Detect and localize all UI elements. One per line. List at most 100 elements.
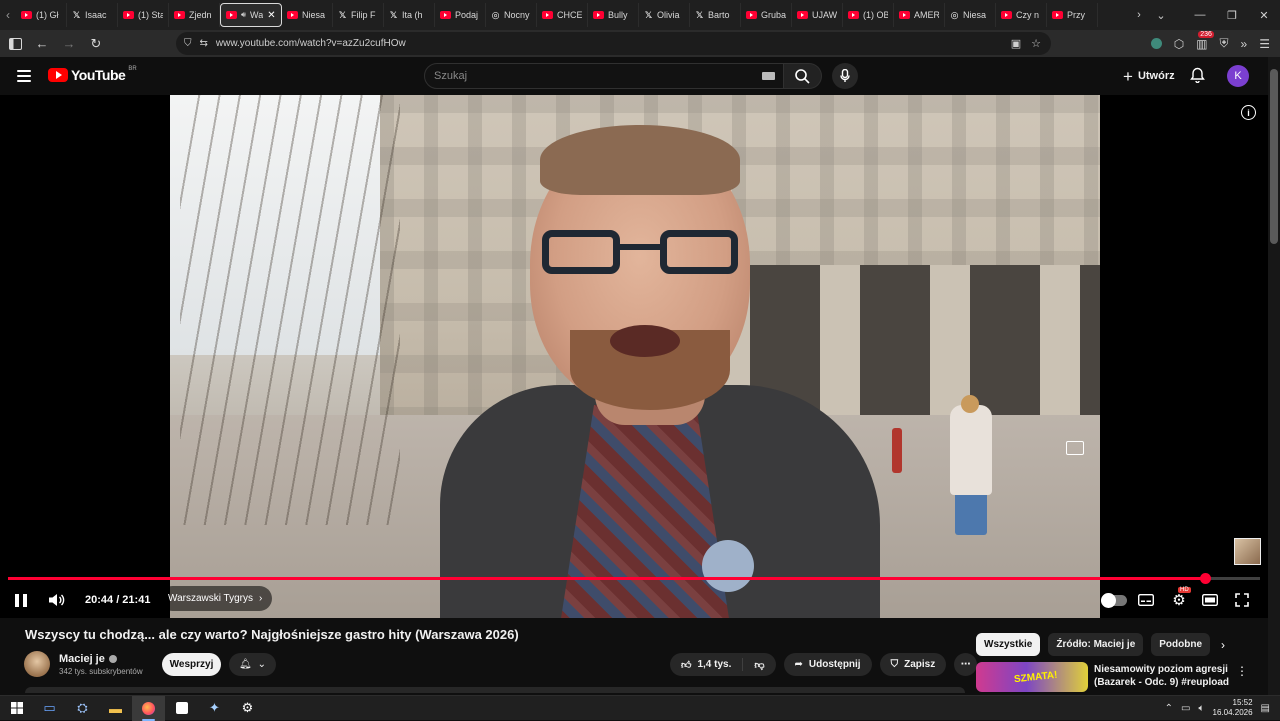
autoplay-toggle[interactable] xyxy=(1099,590,1129,610)
scrollbar-thumb[interactable] xyxy=(1270,69,1278,244)
speaker-icon[interactable]: 🔈︎ xyxy=(1199,703,1205,714)
volume-icon[interactable] xyxy=(47,590,65,610)
tab[interactable]: UJAW xyxy=(792,3,843,27)
tab[interactable]: 𝕏 Isaac xyxy=(67,3,118,27)
windows-start-icon[interactable] xyxy=(0,696,33,721)
share-button[interactable]: ➦ Udostępnij xyxy=(783,653,872,676)
create-button[interactable]: + Utwórz xyxy=(1117,65,1181,87)
tab[interactable]: ◎ Niesa xyxy=(945,3,996,27)
tab[interactable]: Bully xyxy=(588,3,639,27)
tab[interactable]: CHCE xyxy=(537,3,588,27)
save-button[interactable]: ⛉ Zapisz xyxy=(879,653,947,676)
tab[interactable]: 𝕏 Barto xyxy=(690,3,741,27)
notion-icon[interactable] xyxy=(165,696,198,721)
channel-avatar[interactable] xyxy=(24,651,50,677)
site-info-icon[interactable]: ⛉ xyxy=(184,38,192,49)
address-bar[interactable]: ⛉ ⇆ www.youtube.com/watch?v=azZu2cufHOw … xyxy=(176,32,1051,55)
url-text[interactable]: www.youtube.com/watch?v=azZu2cufHOw xyxy=(216,38,406,49)
guide-menu-icon[interactable] xyxy=(17,70,31,82)
steam-icon[interactable]: ⛭ xyxy=(66,696,99,721)
tab[interactable]: (1) Sta xyxy=(118,3,169,27)
tab[interactable]: Czy n xyxy=(996,3,1047,27)
minimize-icon[interactable]: — xyxy=(1184,0,1216,30)
filter-chip[interactable]: Źródło: Maciej je xyxy=(1048,633,1144,656)
account-avatar[interactable]: K xyxy=(1227,65,1249,87)
channel-name-row[interactable]: Maciej je xyxy=(59,653,143,665)
tab[interactable]: 𝕏 Ita (h xyxy=(384,3,435,27)
subtitles-icon[interactable] xyxy=(1137,590,1155,610)
description-box[interactable] xyxy=(25,687,965,693)
tab[interactable]: Gruba xyxy=(741,3,792,27)
support-button[interactable]: Wesprzyj xyxy=(162,653,221,676)
reload-icon[interactable]: ↻ xyxy=(84,32,108,56)
bookmark-star-icon[interactable]: ☆ xyxy=(1031,37,1041,50)
tab-scroll-left-button[interactable]: ‹ xyxy=(0,0,16,30)
related-more-icon[interactable]: ⋮ xyxy=(1236,664,1248,678)
tab-close-icon[interactable]: ✕ xyxy=(267,10,275,21)
settings-app-icon[interactable]: ⚙ xyxy=(231,696,264,721)
tab[interactable]: 𝕏 Filip F xyxy=(333,3,384,27)
restore-icon[interactable]: ❐ xyxy=(1216,0,1248,30)
channel-watermark[interactable] xyxy=(1234,538,1261,565)
back-icon[interactable]: ← xyxy=(30,32,54,56)
tab[interactable]: AMER xyxy=(894,3,945,27)
related-video-thumbnail[interactable] xyxy=(976,662,1088,692)
notification-center-icon[interactable]: ▤ xyxy=(1261,703,1270,714)
scrubber-handle[interactable] xyxy=(1199,573,1211,584)
clock[interactable]: 15:52 16.04.2026 xyxy=(1213,698,1253,718)
remote-desktop-icon[interactable]: ▭ xyxy=(33,696,66,721)
pause-button[interactable] xyxy=(14,590,28,610)
like-button[interactable]: 👍︎ 1,4 tys. xyxy=(670,653,742,676)
browser-menu-icon[interactable]: ☰ xyxy=(1259,37,1270,51)
app-icon[interactable]: ✦ xyxy=(198,696,231,721)
reader-view-icon[interactable]: ▣ xyxy=(1011,37,1021,50)
filter-chip[interactable]: Podobne xyxy=(1151,633,1211,656)
filter-chip[interactable]: Wszystkie xyxy=(976,633,1041,656)
tab[interactable]: ◎ Nocny xyxy=(486,3,537,27)
firefox-icon[interactable] xyxy=(132,695,165,721)
tab[interactable]: 𝕏 Olivia xyxy=(639,3,690,27)
tab-scroll-right-button[interactable]: › xyxy=(1128,0,1150,30)
tab-list-dropdown-button[interactable]: ⌄ xyxy=(1150,0,1172,30)
tab[interactable]: (1) Gł xyxy=(16,3,67,27)
channel-name[interactable]: Maciej je xyxy=(59,653,105,665)
tab-audio-icon[interactable]: 🔊︎ xyxy=(241,10,246,20)
dislike-button[interactable]: 👎︎ xyxy=(743,653,775,676)
notifications-bell-icon[interactable] xyxy=(1190,67,1205,88)
tab[interactable]: Podaj xyxy=(435,3,486,27)
vpn-extension-icon[interactable] xyxy=(1150,38,1162,49)
file-explorer-icon[interactable]: ▬ xyxy=(99,696,132,721)
theater-mode-icon[interactable] xyxy=(1201,590,1219,610)
related-video-item[interactable]: Niesamowity poziom agresji (Bazarek - Od… xyxy=(976,662,1252,692)
fullscreen-icon[interactable] xyxy=(1233,590,1251,610)
page-scrollbar[interactable] xyxy=(1268,57,1280,695)
settings-gear-icon[interactable]: ⚙ HD xyxy=(1170,587,1191,610)
shield-extension-icon[interactable]: ⛨ xyxy=(1220,36,1229,51)
progress-bar[interactable] xyxy=(8,573,1260,584)
miniplayer-icon[interactable] xyxy=(1066,441,1084,455)
video-player[interactable]: i 20:44 / 21:41 Warszawski Tygrys › ⚙ HD xyxy=(0,95,1268,618)
info-icon[interactable]: i xyxy=(1241,105,1256,120)
search-button[interactable] xyxy=(784,63,822,89)
keyboard-icon[interactable] xyxy=(762,72,775,80)
more-extensions-chevron-icon[interactable]: » xyxy=(1241,37,1248,51)
forward-icon[interactable]: → xyxy=(57,32,81,56)
tray-chevron-up-icon[interactable]: ⌃ xyxy=(1165,703,1173,714)
voice-search-button[interactable] xyxy=(832,63,858,89)
close-window-icon[interactable]: ✕ xyxy=(1248,0,1280,30)
youtube-logo[interactable]: YouTube BR xyxy=(48,66,137,83)
extensions-puzzle-icon[interactable]: ⬡ xyxy=(1174,37,1184,51)
more-actions-button[interactable]: ⋯ xyxy=(954,653,978,676)
tab[interactable]: Zjedn xyxy=(169,3,220,27)
adblock-extension-icon[interactable]: ▥ 236 xyxy=(1196,30,1214,51)
sidebar-toggle-icon[interactable] xyxy=(3,32,27,56)
network-icon[interactable]: ▭ xyxy=(1181,703,1190,714)
tab[interactable]: (1) OB xyxy=(843,3,894,27)
page-settings-icon[interactable]: ⇆ xyxy=(200,38,208,49)
chapter-button[interactable]: Warszawski Tygrys › xyxy=(160,586,273,611)
search-input[interactable]: Szukaj xyxy=(424,63,784,89)
tab[interactable]: Przy xyxy=(1047,3,1098,27)
related-video-title[interactable]: Niesamowity poziom agresji (Bazarek - Od… xyxy=(1094,663,1232,689)
tab[interactable]: Niesa xyxy=(282,3,333,27)
tab-active[interactable]: 🔊︎ Wa ✕ xyxy=(220,3,282,27)
